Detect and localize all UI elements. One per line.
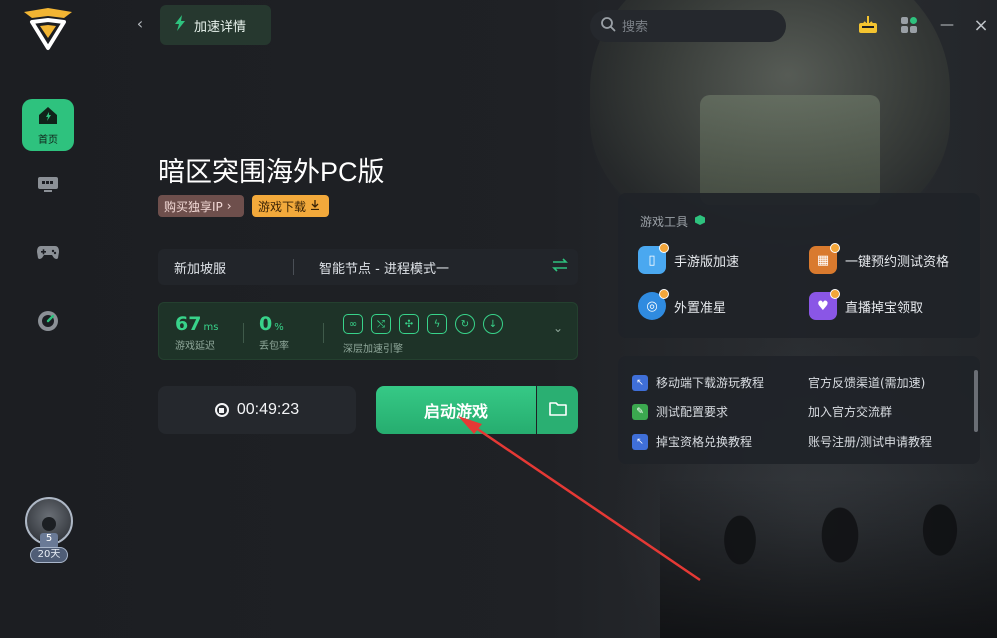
calendar-icon: ▦	[809, 243, 840, 274]
tool-reserve-test[interactable]: ▦ 一键预约测试资格	[809, 243, 950, 274]
refresh-icon[interactable]: ↻	[455, 314, 475, 334]
link-official-feedback[interactable]: 官方反馈渠道(需加速)	[808, 374, 925, 391]
link-account-registration[interactable]: 账号注册/测试申请教程	[808, 433, 932, 450]
loss-value: 0	[259, 313, 273, 335]
buy-exclusive-ip-button[interactable]: 购买独享IP ›	[158, 195, 244, 217]
latency-label: 游戏延迟	[175, 341, 215, 352]
tool-crosshair[interactable]: ◎ 外置准星	[638, 289, 727, 320]
check-icon: ✎	[632, 403, 648, 420]
boost-icon[interactable]: ϟ	[427, 314, 447, 334]
engine-icons: ∞ ⤭ ✣ ϟ ↻ ↓	[343, 314, 503, 334]
sidebar-item-speedtest[interactable]	[22, 297, 74, 349]
chevron-down-icon[interactable]: ⌄	[553, 321, 563, 335]
close-button[interactable]: ×	[970, 14, 992, 36]
link-label: 掉宝资格兑换教程	[656, 435, 753, 449]
user-avatar-block[interactable]: 5 20天	[22, 497, 76, 567]
packet-loss-stat: 0% 丢包率	[259, 313, 289, 352]
buy-ip-label: 购买独享IP	[164, 199, 223, 214]
gamepad-icon	[36, 243, 60, 265]
link-join-group[interactable]: 加入官方交流群	[808, 403, 892, 420]
route-icon[interactable]: ⤭	[371, 314, 391, 334]
link-label: 加入官方交流群	[808, 405, 893, 419]
sidebar-item-devices[interactable]	[22, 160, 74, 212]
lightning-icon	[174, 15, 186, 35]
link-icon[interactable]: ∞	[343, 314, 363, 334]
folder-icon	[548, 401, 567, 420]
divider	[323, 323, 324, 343]
launch-game-button[interactable]: 启动游戏	[376, 386, 536, 434]
home-icon	[37, 105, 59, 129]
tool-mobile-acceleration[interactable]: ▯ 手游版加速	[638, 243, 740, 274]
tool-label: 手游版加速	[674, 254, 740, 270]
server-selector[interactable]: 新加坡服 智能节点 - 进程模式一	[158, 249, 578, 285]
chevron-right-icon: ›	[226, 199, 232, 213]
switch-node-icon[interactable]	[542, 258, 578, 276]
loss-label: 丢包率	[259, 341, 289, 352]
acceleration-stats-panel: 67 ms 游戏延迟 0% 丢包率 ∞ ⤭ ✣ ϟ ↻ ↓ 深层加速引擎 ⌄	[158, 302, 578, 360]
stop-acceleration-button[interactable]: 00:49:23	[158, 386, 356, 434]
apps-grid-icon[interactable]	[898, 14, 920, 36]
game-title: 暗区突围海外PC版	[158, 157, 385, 187]
tools-title: 游戏工具	[640, 213, 706, 230]
divider	[243, 323, 244, 343]
search-bar[interactable]	[590, 10, 786, 42]
network-icon[interactable]: ✣	[399, 314, 419, 334]
server-node[interactable]: 智能节点 - 进程模式一	[294, 258, 542, 277]
scrollbar[interactable]	[974, 370, 978, 432]
tool-label: 外置准星	[674, 300, 727, 316]
download-label: 游戏下载	[258, 199, 307, 214]
speedometer-icon	[37, 310, 59, 336]
sidebar-item-home[interactable]: 首页	[22, 99, 74, 151]
link-test-requirements[interactable]: ✎ 测试配置要求	[632, 403, 728, 420]
loss-unit: %	[274, 322, 284, 333]
link-label: 官方反馈渠道(需加速)	[808, 376, 926, 390]
app-logo	[20, 4, 76, 52]
monitor-icon	[36, 174, 60, 198]
acceleration-timer: 00:49:23	[236, 401, 300, 418]
server-region[interactable]: 新加坡服	[158, 258, 293, 277]
gift-icon: ♥	[809, 289, 840, 320]
background-helmet-plate	[700, 95, 880, 205]
search-icon	[600, 16, 616, 36]
link-label: 测试配置要求	[656, 405, 729, 419]
sidebar-item-label: 首页	[38, 134, 58, 146]
help-links-panel: ↖ 移动端下载游玩教程 官方反馈渠道(需加速) ✎ 测试配置要求 加入官方交流群…	[618, 356, 980, 464]
open-folder-button[interactable]	[537, 386, 578, 434]
phone-icon: ▯	[638, 243, 669, 274]
member-days-badge: 20天	[30, 547, 68, 563]
stop-icon	[214, 403, 229, 417]
search-input[interactable]	[622, 18, 772, 34]
tab-label: 加速详情	[194, 19, 247, 35]
minimize-button[interactable]: —	[936, 14, 958, 36]
link-label: 账号注册/测试申请教程	[808, 435, 933, 449]
latency-stat: 67 ms 游戏延迟	[175, 313, 218, 352]
sidebar-item-games[interactable]	[22, 228, 74, 280]
game-tools-panel: 游戏工具 ▯ 手游版加速 ▦ 一键预约测试资格 ◎ 外置准星 ♥ 直播掉宝领取	[618, 193, 980, 338]
game-download-button[interactable]: 游戏下载	[252, 195, 329, 217]
latency-unit: ms	[203, 322, 219, 333]
back-button[interactable]: ‹	[130, 14, 150, 36]
gift-download-icon[interactable]	[857, 14, 879, 36]
tool-label: 直播掉宝领取	[845, 300, 924, 316]
download-speed-icon[interactable]: ↓	[483, 314, 503, 334]
engine-label: 深层加速引擎	[343, 344, 403, 355]
crosshair-icon: ◎	[638, 289, 669, 320]
tool-label: 一键预约测试资格	[845, 254, 950, 270]
link-drops-tutorial[interactable]: ↖ 掉宝资格兑换教程	[632, 433, 752, 450]
tutorial-icon: ↖	[632, 374, 648, 391]
link-label: 移动端下载游玩教程	[656, 376, 765, 390]
tab-acceleration-details[interactable]: 加速详情	[160, 5, 271, 45]
link-mobile-tutorial[interactable]: ↖ 移动端下载游玩教程	[632, 374, 764, 391]
background-soldiers-art	[660, 480, 997, 638]
tutorial-icon: ↖	[632, 433, 648, 450]
tool-stream-drops[interactable]: ♥ 直播掉宝领取	[809, 289, 924, 320]
latency-value: 67	[175, 313, 202, 335]
tools-title-text: 游戏工具	[640, 215, 689, 229]
download-icon	[310, 199, 320, 213]
cube-icon	[694, 214, 706, 229]
